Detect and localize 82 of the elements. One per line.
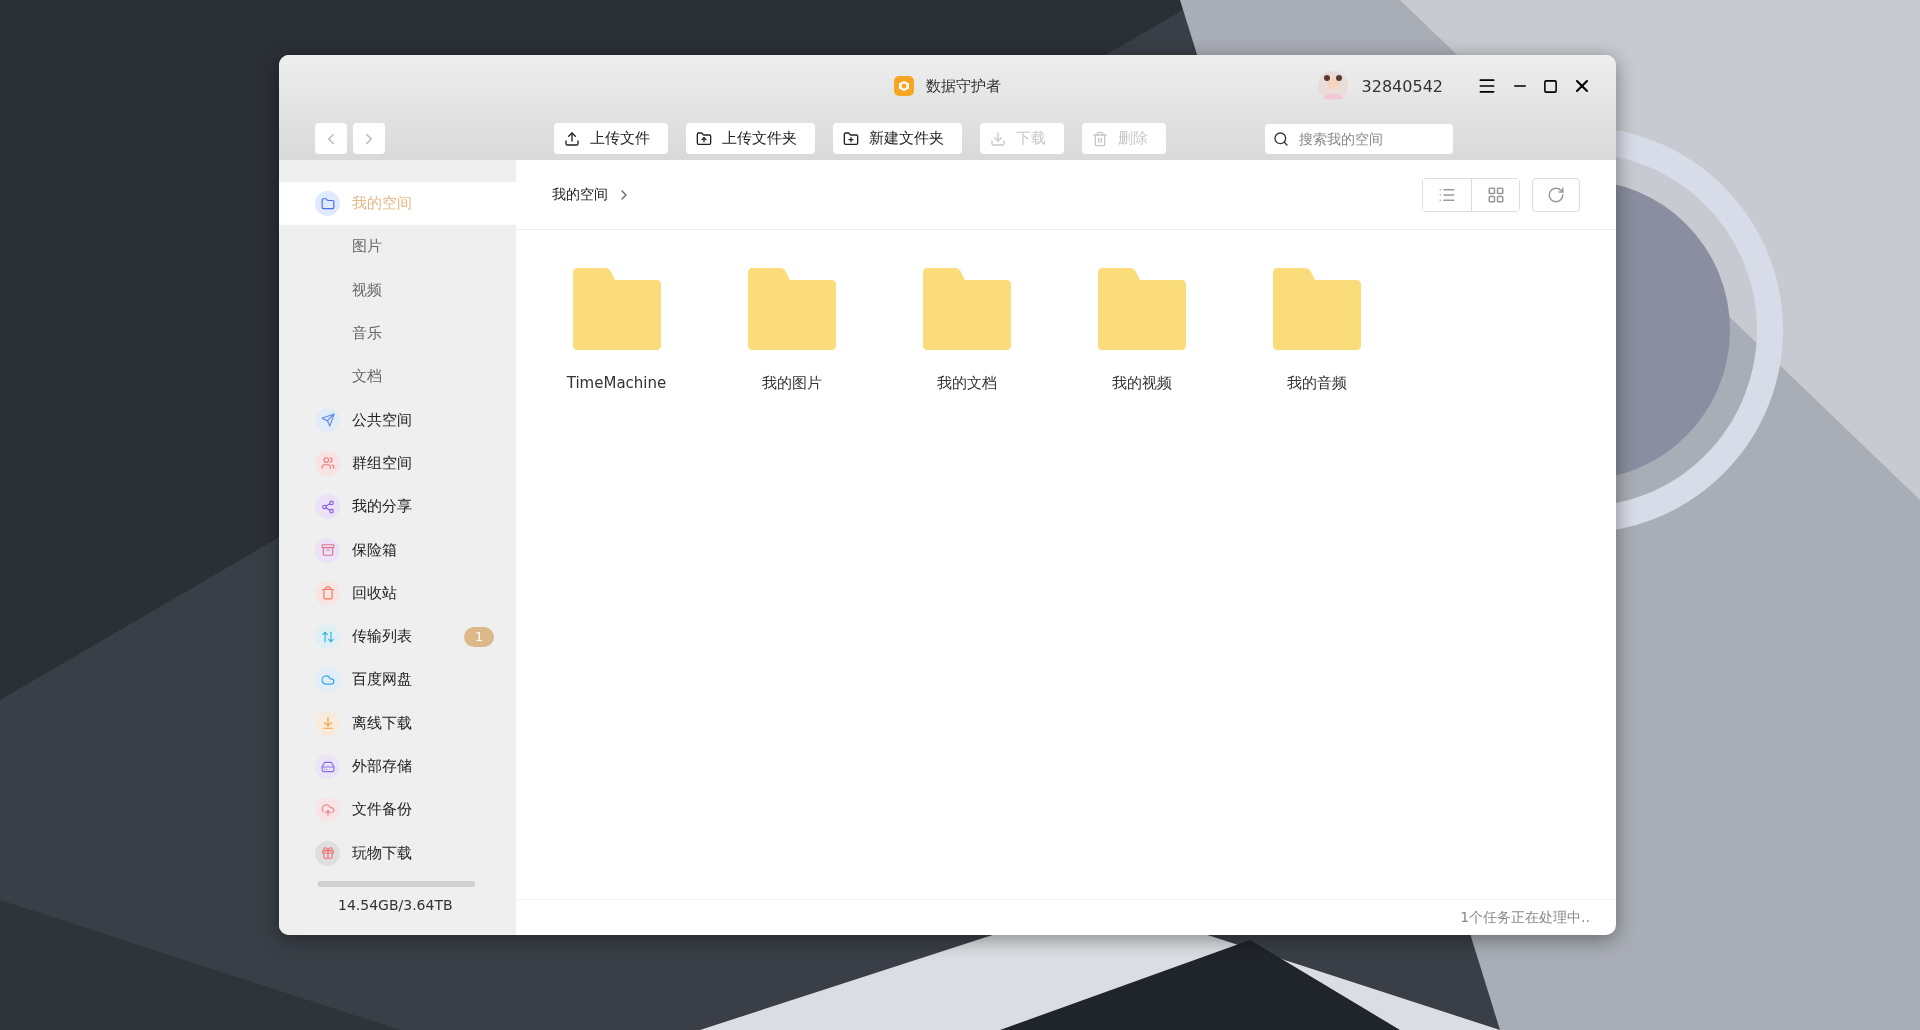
breadcrumb-link[interactable]: 我的空间 [552,185,608,204]
folder-icon[interactable] [1272,268,1361,350]
paper-plane-icon [315,407,340,433]
avatar-icon [1317,71,1348,101]
folder-name: 我的音频 [1286,374,1347,393]
sidebar-label: 我的分享 [352,497,412,517]
folder-name: 我的视频 [1111,374,1172,393]
sidebar-label: 文件备份 [352,800,412,820]
user-id: 32840542 [1361,76,1443,96]
grid-icon [1486,185,1505,204]
search-input[interactable]: 搜索我的空间 [1297,129,1441,148]
sidebar-item[interactable]: 回收站 [279,571,516,615]
folder-icon[interactable] [922,268,1011,350]
sidebar-label: 百度网盘 [352,670,412,690]
sidebar-label: 群组空间 [352,453,412,473]
toolbar-button[interactable]: 上传文件夹 [686,123,815,154]
folder-name: 我的图片 [761,374,822,393]
sidebar-label: 我的空间 [352,194,412,214]
button-label: 上传文件 [590,129,650,148]
users-icon [315,450,340,476]
cloud-icon [315,797,340,823]
back-button[interactable] [315,123,347,154]
folder-icon[interactable] [1097,268,1186,350]
refresh-icon [1547,185,1565,204]
toolbar-button[interactable]: 上传文件 [554,123,668,154]
sidebar-item[interactable]: 图片 [279,225,516,269]
sidebar-label: 离线下载 [352,713,412,733]
sidebar-item[interactable]: 外部存储 [279,744,516,789]
window-title: 数据守护者 [926,76,1001,96]
forward-button[interactable] [353,123,385,154]
refresh-button[interactable] [1532,177,1580,212]
trash-icon [1092,130,1108,147]
trash-icon [315,580,340,606]
grid-view-button[interactable] [1471,178,1519,211]
folder-icon[interactable] [747,268,836,350]
share-icon [315,494,340,520]
sidebar-item[interactable]: 音乐 [279,311,516,356]
sidebar-item[interactable]: 玩物下载 [279,831,516,875]
count-badge: 1 [464,626,494,647]
search-field[interactable]: 搜索我的空间 [1265,123,1453,154]
sidebar-label: 外部存储 [352,757,412,776]
folder-upload-icon [696,130,712,147]
button-label: 新建文件夹 [869,129,944,148]
sidebar-item[interactable]: 公共空间 [279,398,516,442]
upload-icon [564,130,580,147]
sidebar-item[interactable]: 保险箱 [279,528,516,572]
sidebar-item[interactable]: 视频 [279,268,516,312]
sidebar-label: 回收站 [352,583,397,603]
gift-icon [315,840,340,866]
sidebar-label: 玩物下载 [352,843,412,863]
download-icon [990,130,1006,147]
status-text: 1个任务正在处理中.. [1460,908,1590,927]
transfer-icon [315,624,340,650]
sidebar-label: 传输列表 [352,627,412,647]
menu-icon[interactable] [1477,76,1497,96]
sidebar-item[interactable]: 我的分享 [279,485,516,529]
sidebar-item[interactable]: 离线下载 [279,701,516,745]
sidebar-item[interactable]: 文件备份 [279,788,516,832]
sidebar-label: 视频 [352,280,382,300]
sidebar-item[interactable]: 传输列表 1 [279,614,516,659]
cloud-icon [315,667,340,693]
sidebar-item[interactable]: 群组空间 [279,441,516,486]
download-icon [315,710,340,736]
storage-usage: 14.54GB/3.64TB [338,896,454,913]
toolbar-button[interactable]: 新建文件夹 [833,123,962,154]
app-logo-icon [894,76,914,96]
folder-name: 我的文档 [936,374,997,393]
sidebar-item[interactable]: 百度网盘 [279,658,516,702]
search-icon [1273,130,1289,147]
folder-plus-icon [843,130,859,147]
maximize-icon[interactable] [1543,78,1558,94]
folder-name: TimeMachine [566,374,667,392]
folder-icon[interactable] [572,268,661,350]
sidebar-label: 音乐 [352,324,382,344]
button-label: 上传文件夹 [722,129,797,148]
folder-icon [315,191,340,217]
sidebar-label: 公共空间 [352,410,412,430]
sidebar-label: 保险箱 [352,540,397,560]
sidebar-label: 图片 [352,237,382,257]
drive-icon [315,754,340,779]
sidebar-item[interactable]: 文档 [279,355,516,399]
sidebar-label: 文档 [352,367,382,387]
